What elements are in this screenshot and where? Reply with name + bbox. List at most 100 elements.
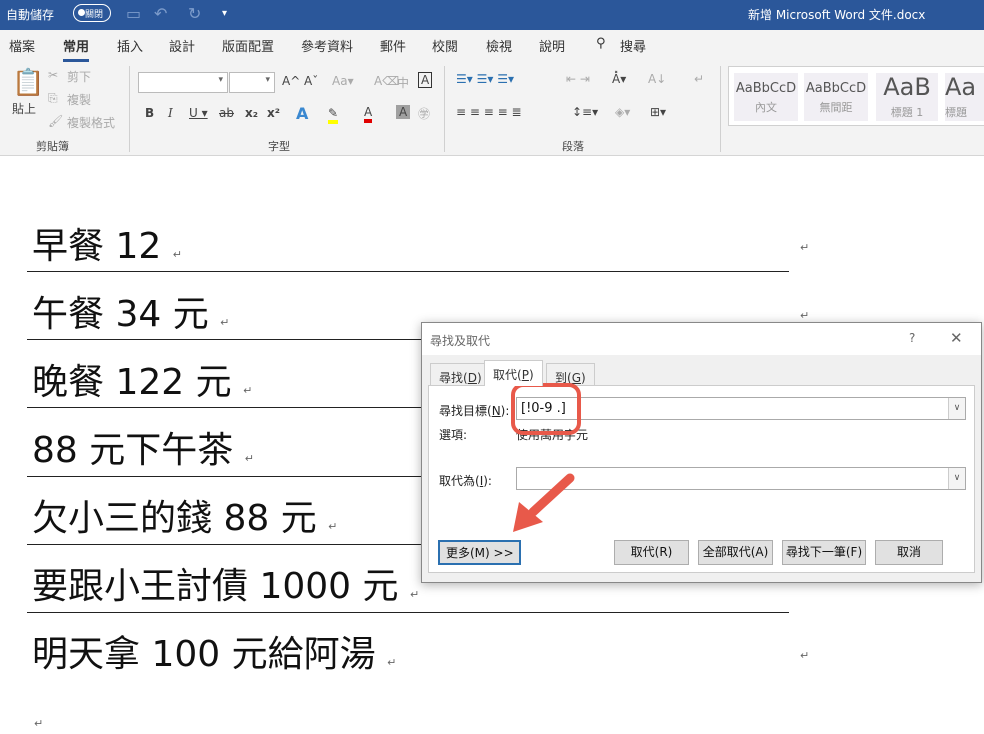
find-replace-dialog: 尋找及取代 ? ✕ 尋找(D) 取代(P) 到(G) 尋找目標(N): [!0-… <box>421 322 982 583</box>
replace-label: 取代為(I): <box>439 474 492 488</box>
shading-icon[interactable]: ◈▾ <box>615 105 630 119</box>
style-heading[interactable]: Aa 標題 <box>945 73 984 121</box>
tab-insert[interactable]: 插入 <box>117 36 143 55</box>
undo-icon[interactable]: ↶ <box>154 4 167 23</box>
redo-icon[interactable]: ↻ <box>188 4 201 23</box>
autosave-label: 自動儲存 <box>6 8 55 22</box>
title-bar: 自動儲存 關閉 ▭ ↶ ↻ ▾ 新增 Microsoft Word 文件.doc… <box>0 0 984 30</box>
tab-references[interactable]: 參考資料 <box>301 36 353 55</box>
divider <box>720 66 721 152</box>
cell-end-mark: ↵ <box>800 309 810 322</box>
show-marks-icon[interactable]: ↵ <box>694 72 704 86</box>
italic-icon[interactable]: I <box>168 106 173 120</box>
table-border <box>27 271 789 272</box>
change-case-icon[interactable]: Aa▾ <box>332 74 354 88</box>
format-painter-icon: 🖌 <box>48 114 64 128</box>
save-icon[interactable]: ▭ <box>126 4 141 23</box>
cancel-button[interactable]: 取消 <box>875 540 943 565</box>
cell-end-mark: ↵ <box>800 649 810 662</box>
bold-icon[interactable]: B <box>145 106 154 120</box>
chevron-down-icon[interactable]: ∨ <box>948 468 965 489</box>
phonetic-guide-icon[interactable]: 中 <box>397 74 409 91</box>
tab-replace[interactable]: 取代(P) <box>484 360 543 386</box>
more-button[interactable]: 更多(M) >> <box>438 540 521 565</box>
tab-review[interactable]: 校閱 <box>432 36 458 55</box>
customize-qat-icon[interactable]: ▾ <box>222 8 227 19</box>
text-effects-icon[interactable]: A <box>296 104 308 123</box>
borders-icon[interactable]: ⊞▾ <box>650 105 666 119</box>
format-painter-button[interactable]: 複製格式 <box>67 114 115 131</box>
char-border-icon[interactable]: A <box>418 72 433 88</box>
style-heading-1[interactable]: AaB 標題 1 <box>876 73 938 121</box>
dialog-title: 尋找及取代 <box>430 334 491 348</box>
doc-line: 明天拿 100 元給阿湯 ↵ <box>32 634 397 675</box>
doc-line: 88 元下午茶 ↵ <box>32 430 254 471</box>
paragraph-group-label: 段落 <box>562 140 584 153</box>
replace-button[interactable]: 取代(R) <box>614 540 689 565</box>
replace-all-button[interactable]: 全部取代(A) <box>698 540 773 565</box>
paste-button[interactable]: 貼上 <box>12 100 36 117</box>
clipboard-group-label: 剪貼簿 <box>36 140 69 153</box>
find-next-button[interactable]: 尋找下一筆(F) <box>782 540 866 565</box>
cell-end-mark: ↵ <box>800 241 810 254</box>
cut-button[interactable]: 剪下 <box>67 68 91 85</box>
cut-icon: ✂ <box>48 68 59 82</box>
paragraph-mark: ↵ <box>34 717 44 730</box>
find-what-input[interactable]: [!0-9 .] ∨ <box>516 397 966 420</box>
document-title: 新增 Microsoft Word 文件.docx <box>748 8 926 22</box>
tab-search[interactable]: 搜尋 <box>620 36 646 55</box>
paste-icon[interactable]: 📋 <box>12 68 44 98</box>
doc-line: 午餐 34 元 ↵ <box>32 294 230 335</box>
table-border <box>27 612 789 613</box>
highlight-icon[interactable]: ✎ <box>328 106 339 124</box>
bullets-icon[interactable]: ☰▾ ☰▾ ☰▾ <box>456 72 514 86</box>
tab-file[interactable]: 檔案 <box>9 36 35 55</box>
enclose-char-icon[interactable]: ㊫ <box>418 105 430 122</box>
asian-layout-icon[interactable]: A̽▾ <box>612 72 626 86</box>
options-label: 選項: <box>439 428 468 442</box>
divider <box>129 66 130 152</box>
font-size-combo[interactable] <box>229 72 275 93</box>
tab-find[interactable]: 尋找(D) <box>430 363 491 386</box>
underline-icon[interactable]: U ▾ <box>189 106 208 120</box>
indent-icon[interactable]: ⇤ ⇥ <box>566 72 590 86</box>
ribbon-tabs: 檔案 常用 插入 設計 版面配置 參考資料 郵件 校閱 檢視 說明 ⚲ 搜尋 <box>0 30 984 62</box>
divider <box>444 66 445 152</box>
subscript-icon[interactable]: x₂ <box>245 106 258 120</box>
find-label: 尋找目標(N): <box>439 404 510 418</box>
doc-line: 欠小三的錢 88 元 ↵ <box>32 498 338 539</box>
search-icon[interactable]: ⚲ <box>596 36 606 51</box>
sort-icon[interactable]: A↓ <box>648 72 666 86</box>
replace-with-input[interactable]: ∨ <box>516 467 966 490</box>
close-icon[interactable]: ✕ <box>950 329 963 347</box>
font-color-icon[interactable]: A <box>364 105 373 123</box>
copy-button[interactable]: 複製 <box>67 91 91 108</box>
ribbon: 📋 貼上 ✂ 剪下 ⎘ 複製 🖌 複製格式 剪貼簿 A^ Aˇ Aa▾ A⌫ 中… <box>0 62 984 156</box>
tab-design[interactable]: 設計 <box>169 36 195 55</box>
style-normal[interactable]: AaBbCcD 內文 <box>734 73 798 121</box>
autosave-toggle[interactable]: 關閉 <box>73 4 111 22</box>
tab-layout[interactable]: 版面配置 <box>222 36 274 55</box>
dialog-title-bar: 尋找及取代 ? ✕ <box>422 323 981 355</box>
chevron-down-icon[interactable]: ∨ <box>948 398 965 419</box>
tab-view[interactable]: 檢視 <box>486 36 512 55</box>
line-spacing-icon[interactable]: ↕≡▾ <box>572 105 598 119</box>
grow-font-icon[interactable]: A^ <box>282 74 300 88</box>
help-button[interactable]: ? <box>909 331 915 345</box>
clear-format-icon[interactable]: A⌫ <box>374 74 399 88</box>
tab-home[interactable]: 常用 <box>63 36 90 62</box>
copy-icon: ⎘ <box>48 91 58 105</box>
align-icon[interactable]: ≡ ≡ ≡ ≡ ≣ <box>456 105 522 119</box>
font-name-combo[interactable] <box>138 72 228 93</box>
arrow-annotation-icon <box>513 473 575 532</box>
style-no-spacing[interactable]: AaBbCcD 無間距 <box>804 73 868 121</box>
char-shading-icon[interactable]: A <box>396 105 411 119</box>
superscript-icon[interactable]: x² <box>267 106 280 120</box>
highlight-annotation <box>511 383 581 435</box>
doc-line: 要跟小王討債 1000 元 ↵ <box>32 566 420 607</box>
tab-mailings[interactable]: 郵件 <box>380 36 406 55</box>
tab-help[interactable]: 說明 <box>539 36 565 55</box>
doc-line: 晚餐 122 元 ↵ <box>32 362 253 403</box>
strikethrough-icon[interactable]: ab <box>219 106 234 120</box>
shrink-font-icon[interactable]: Aˇ <box>304 74 318 88</box>
